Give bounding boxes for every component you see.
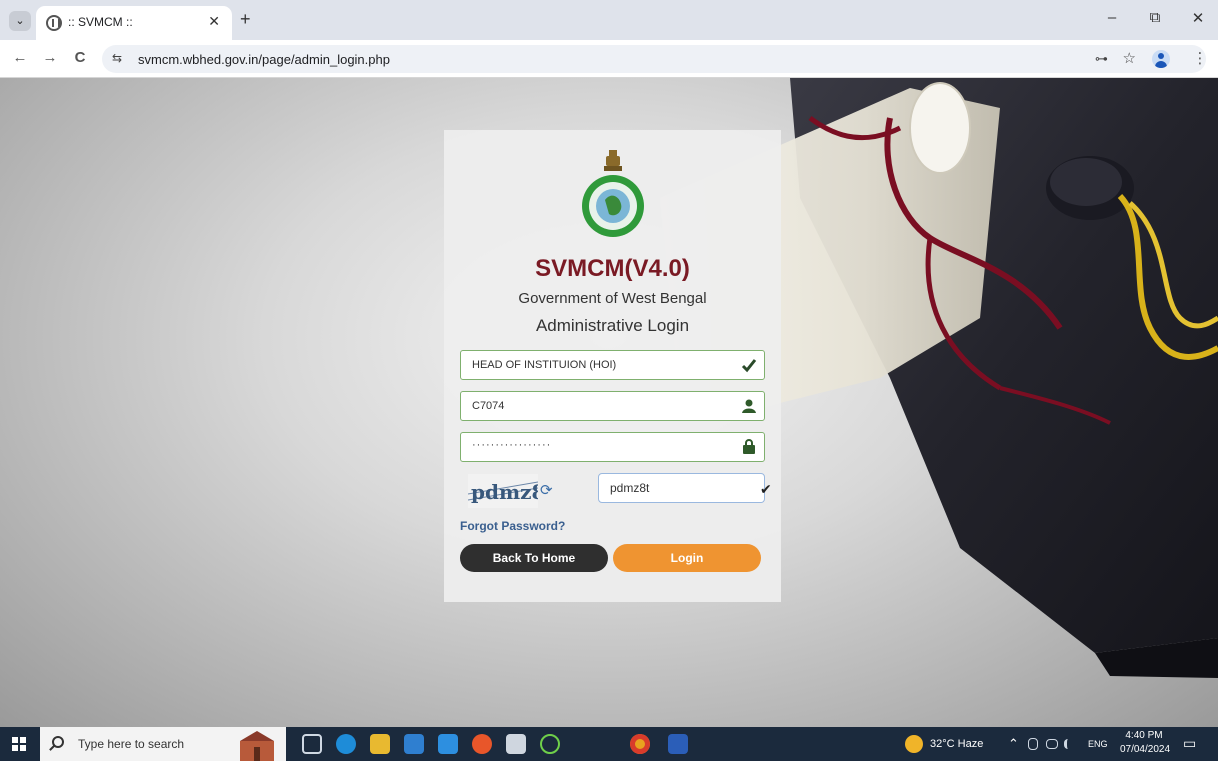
- profile-avatar-icon[interactable]: [1152, 50, 1170, 68]
- tab-search-button[interactable]: ⌄: [9, 11, 31, 31]
- minimize-button[interactable]: –: [1097, 9, 1127, 26]
- windows-taskbar: Type here to search 32°C Haze ⌃ ENG 4:40…: [0, 727, 1218, 761]
- notification-center-icon[interactable]: ▭: [1183, 735, 1196, 752]
- restore-button[interactable]: ⧉: [1140, 9, 1170, 26]
- tab-title: :: SVMCM ::: [68, 15, 133, 29]
- microsoft-store-icon[interactable]: [404, 734, 424, 754]
- captcha-input[interactable]: pdmz8t: [598, 473, 765, 503]
- site-info-icon[interactable]: ⇆: [112, 51, 122, 65]
- forward-button[interactable]: →: [40, 49, 60, 66]
- new-tab-button[interactable]: +: [240, 9, 251, 30]
- captcha-input-value: pdmz8t: [610, 481, 650, 495]
- password-field[interactable]: ·················: [460, 432, 765, 462]
- building-highlight-icon: [240, 731, 274, 761]
- search-icon: [52, 736, 64, 748]
- role-select-value: HEAD OF INSTITUION (HOI): [472, 359, 617, 371]
- window-close-button[interactable]: ✕: [1183, 9, 1213, 27]
- taskbar-search-placeholder: Type here to search: [78, 737, 185, 751]
- volume-muted-icon[interactable]: [1064, 739, 1076, 749]
- mail-icon[interactable]: [438, 734, 458, 754]
- windows-start-icon[interactable]: [12, 737, 26, 751]
- network-icon[interactable]: [1046, 739, 1058, 749]
- browser-toolbar: ← → C ⇆ svmcm.wbhed.gov.in/page/admin_lo…: [0, 40, 1218, 78]
- taskbar-search-box[interactable]: Type here to search: [40, 727, 286, 761]
- captcha-image: pdmz8t: [468, 474, 538, 508]
- address-bar[interactable]: ⇆ svmcm.wbhed.gov.in/page/admin_login.ph…: [102, 45, 1206, 73]
- task-view-icon[interactable]: [302, 734, 322, 754]
- username-field[interactable]: C7074: [460, 391, 765, 421]
- globe-icon: [46, 15, 62, 31]
- app-title: SVMCM(V4.0): [535, 255, 690, 282]
- west-bengal-emblem-icon: [582, 150, 644, 237]
- language-indicator[interactable]: ENG: [1088, 739, 1108, 749]
- checkmark-icon: [741, 359, 757, 373]
- lock-icon: [743, 439, 755, 454]
- show-hidden-icons-icon[interactable]: ⌃: [1008, 736, 1019, 752]
- login-button[interactable]: Login: [613, 544, 761, 572]
- tab-close-button[interactable]: ✕: [208, 13, 220, 30]
- browser-tab-strip: ⌄ :: SVMCM :: ✕ + – ⧉ ✕: [0, 0, 1218, 40]
- weather-text[interactable]: 32°C Haze: [930, 738, 983, 750]
- login-panel: SVMCM(V4.0) Government of West Bengal Ad…: [444, 130, 781, 602]
- bookmark-star-icon[interactable]: ☆: [1123, 49, 1136, 67]
- role-select[interactable]: HEAD OF INSTITUION (HOI): [460, 350, 765, 380]
- password-mask: ·················: [472, 439, 552, 451]
- chrome-browser-icon[interactable]: [630, 734, 650, 754]
- weather-haze-icon[interactable]: [905, 735, 923, 753]
- edge-browser-icon[interactable]: [336, 734, 356, 754]
- back-to-home-button[interactable]: Back To Home: [460, 544, 608, 572]
- reload-button[interactable]: C: [70, 49, 90, 66]
- url-text[interactable]: svmcm.wbhed.gov.in/page/admin_login.php: [138, 52, 390, 67]
- notepad-icon[interactable]: [506, 734, 526, 754]
- password-key-icon[interactable]: ⊶: [1095, 51, 1108, 67]
- captcha-check-icon: ✔: [760, 481, 772, 497]
- back-button[interactable]: ←: [10, 49, 30, 66]
- upwork-icon[interactable]: [540, 734, 560, 754]
- refresh-captcha-icon[interactable]: ⟳: [540, 481, 553, 499]
- forgot-password-link[interactable]: Forgot Password?: [460, 519, 565, 533]
- onedrive-icon[interactable]: [1028, 738, 1038, 750]
- captcha-image-text: pdmz8t: [471, 480, 538, 504]
- file-explorer-icon[interactable]: [370, 734, 390, 754]
- user-icon: [742, 399, 756, 413]
- word-icon[interactable]: [668, 734, 688, 754]
- clock-date[interactable]: 07/04/2024: [1117, 744, 1173, 755]
- browser-menu-button[interactable]: ⋮: [1190, 49, 1210, 67]
- page-content: SVMCM(V4.0) Government of West Bengal Ad…: [0, 78, 1218, 727]
- username-value: C7074: [472, 400, 505, 412]
- browser-tab[interactable]: :: SVMCM :: ✕: [36, 6, 232, 40]
- login-heading: Administrative Login: [535, 316, 690, 335]
- clock-time[interactable]: 4:40 PM: [1124, 730, 1164, 741]
- brave-browser-icon[interactable]: [472, 734, 492, 754]
- government-name: Government of West Bengal: [518, 290, 707, 307]
